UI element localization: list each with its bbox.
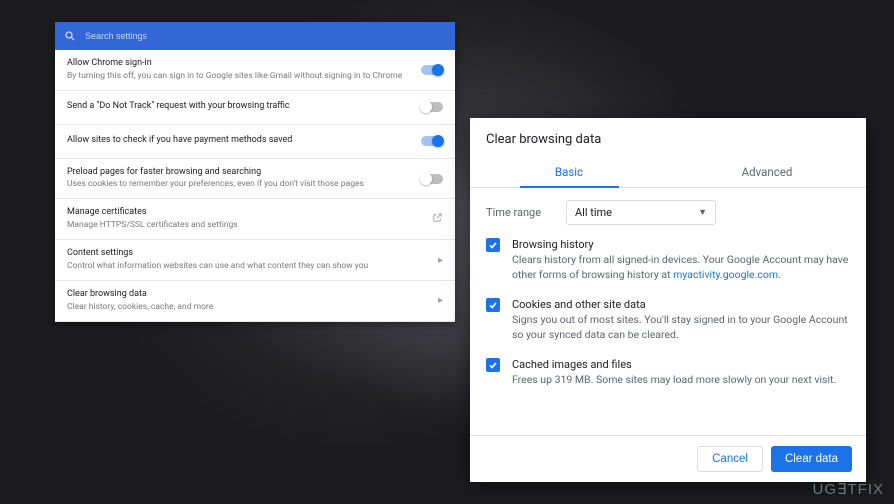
setting-allow-chrome-signin[interactable]: Allow Chrome sign-in By turning this off… xyxy=(55,50,455,91)
checkbox-checked-icon[interactable] xyxy=(486,358,500,372)
toggle-off-icon[interactable] xyxy=(421,102,443,112)
search-bar[interactable] xyxy=(55,22,455,50)
chevron-right-icon: ▸ xyxy=(438,295,443,306)
cancel-button[interactable]: Cancel xyxy=(697,446,763,472)
checkbox-checked-icon[interactable] xyxy=(486,298,500,312)
time-range-label: Time range xyxy=(486,206,556,219)
clear-browsing-data-dialog: Clear browsing data Basic Advanced Time … xyxy=(470,118,866,482)
search-icon xyxy=(63,29,77,43)
setting-content-settings[interactable]: Content settings Control what informatio… xyxy=(55,240,455,281)
check-title: Cached images and files xyxy=(512,357,836,372)
settings-panel: Allow Chrome sign-in By turning this off… xyxy=(55,22,455,322)
watermark: UG∃TFIX xyxy=(813,480,884,498)
time-range-value: All time xyxy=(575,206,612,219)
setting-subtitle: By turning this off, you can sign in to … xyxy=(67,71,411,82)
setting-title: Preload pages for faster browsing and se… xyxy=(67,167,411,179)
dialog-title: Clear browsing data xyxy=(470,118,866,157)
clear-data-button[interactable]: Clear data xyxy=(771,446,852,472)
setting-title: Clear browsing data xyxy=(67,289,411,301)
setting-subtitle: Uses cookies to remember your preference… xyxy=(67,179,411,190)
tab-advanced[interactable]: Advanced xyxy=(668,157,866,187)
myactivity-link[interactable]: myactivity.google.com xyxy=(673,268,778,281)
check-desc: Frees up 319 MB. Some sites may load mor… xyxy=(512,373,836,388)
caret-down-icon: ▼ xyxy=(698,207,707,218)
setting-title: Content settings xyxy=(67,248,411,260)
search-input[interactable] xyxy=(85,31,447,41)
check-desc: Clears history from all signed-in device… xyxy=(512,253,850,282)
chevron-right-icon: ▸ xyxy=(438,255,443,266)
external-link-icon xyxy=(432,212,443,226)
time-range-row: Time range All time ▼ xyxy=(486,200,850,225)
setting-do-not-track[interactable]: Send a "Do Not Track" request with your … xyxy=(55,91,455,125)
toggle-on-icon[interactable] xyxy=(421,65,443,75)
check-cached[interactable]: Cached images and files Frees up 319 MB.… xyxy=(486,357,850,388)
dialog-body: Time range All time ▼ Browsing history C… xyxy=(470,188,866,435)
setting-subtitle: Manage HTTPS/SSL certificates and settin… xyxy=(67,220,411,231)
setting-manage-certificates[interactable]: Manage certificates Manage HTTPS/SSL cer… xyxy=(55,199,455,240)
setting-title: Allow Chrome sign-in xyxy=(67,58,411,70)
setting-title: Allow sites to check if you have payment… xyxy=(67,135,411,147)
check-title: Cookies and other site data xyxy=(512,297,850,312)
check-title: Browsing history xyxy=(512,237,850,252)
check-cookies[interactable]: Cookies and other site data Signs you ou… xyxy=(486,297,850,343)
toggle-on-icon[interactable] xyxy=(421,136,443,146)
setting-preload-pages[interactable]: Preload pages for faster browsing and se… xyxy=(55,159,455,200)
setting-title: Send a "Do Not Track" request with your … xyxy=(67,101,411,113)
tab-basic[interactable]: Basic xyxy=(470,157,668,187)
setting-payment-methods[interactable]: Allow sites to check if you have payment… xyxy=(55,125,455,159)
setting-clear-browsing-data[interactable]: Clear browsing data Clear history, cooki… xyxy=(55,281,455,322)
dialog-footer: Cancel Clear data xyxy=(470,435,866,482)
checkbox-checked-icon[interactable] xyxy=(486,238,500,252)
dialog-tabs: Basic Advanced xyxy=(470,157,866,188)
check-desc: Signs you out of most sites. You'll stay… xyxy=(512,313,850,342)
setting-subtitle: Control what information websites can us… xyxy=(67,261,411,272)
setting-subtitle: Clear history, cookies, cache, and more xyxy=(67,302,411,313)
time-range-select[interactable]: All time ▼ xyxy=(566,200,716,225)
setting-title: Manage certificates xyxy=(67,207,411,219)
check-browsing-history[interactable]: Browsing history Clears history from all… xyxy=(486,237,850,283)
toggle-off-icon[interactable] xyxy=(421,174,443,184)
